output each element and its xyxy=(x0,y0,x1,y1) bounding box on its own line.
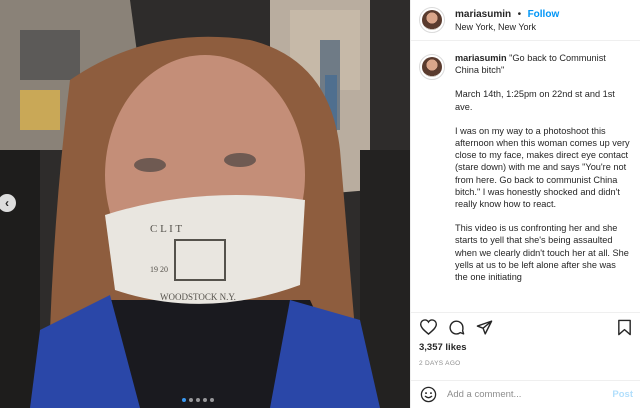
likes-count[interactable]: 3,357 likes xyxy=(419,342,633,353)
post-actions: 3,357 likes 2 DAYS AGO xyxy=(411,312,640,367)
post-side-panel: mariasumin • Follow New York, New York m… xyxy=(410,0,640,408)
post-header: mariasumin • Follow New York, New York xyxy=(411,0,640,41)
caption-paragraph: March 14th, 1:25pm on 22nd st and 1st av… xyxy=(455,89,615,112)
carousel-dot xyxy=(210,398,214,402)
carousel-dots xyxy=(182,398,214,402)
caption-paragraph: This video is us confronting her and she… xyxy=(455,223,629,283)
caption-username[interactable]: mariasumin xyxy=(455,53,507,63)
carousel-dot xyxy=(203,398,207,402)
carousel-dot xyxy=(182,398,186,402)
avatar[interactable] xyxy=(419,7,445,33)
carousel-dot xyxy=(196,398,200,402)
header-username[interactable]: mariasumin xyxy=(455,9,511,20)
post-media[interactable]: C L I T 19 20 WOODSTOCK N.Y. ‹ xyxy=(0,0,410,408)
comment-input[interactable] xyxy=(447,389,613,400)
location-link[interactable]: New York, New York xyxy=(455,21,559,34)
post-photo: C L I T 19 20 WOODSTOCK N.Y. xyxy=(0,0,410,408)
caption-paragraph: I was on my way to a photoshoot this aft… xyxy=(455,125,630,210)
post-comment-button[interactable]: Post xyxy=(612,389,633,400)
separator-dot: • xyxy=(517,9,522,20)
comment-icon[interactable] xyxy=(447,318,465,336)
comment-bar: Post xyxy=(411,380,640,408)
bookmark-icon[interactable] xyxy=(615,318,633,336)
follow-button[interactable]: Follow xyxy=(528,9,560,20)
mask-text-bottom: WOODSTOCK N.Y. xyxy=(160,292,236,302)
caption-scroll-area[interactable]: mariasumin "Go back to Communist China b… xyxy=(411,52,640,310)
carousel-dot xyxy=(189,398,193,402)
heart-icon[interactable] xyxy=(419,318,437,336)
caption-fade xyxy=(411,300,640,310)
window-sticker xyxy=(20,90,60,130)
mask-text-top: C L I T xyxy=(150,223,182,235)
mask-text-year: 19 20 xyxy=(150,265,168,274)
caption-avatar[interactable] xyxy=(419,54,445,80)
share-icon[interactable] xyxy=(475,318,493,336)
caption: mariasumin "Go back to Communist China b… xyxy=(419,52,633,295)
emoji-icon[interactable] xyxy=(419,386,437,404)
post-date[interactable]: 2 DAYS AGO xyxy=(419,360,633,367)
